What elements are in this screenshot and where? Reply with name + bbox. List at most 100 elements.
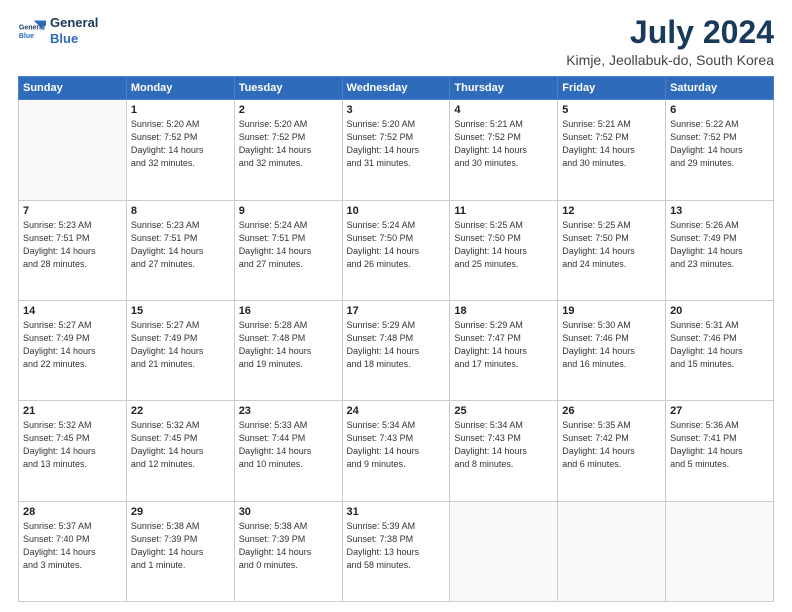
calendar-day-cell: 2 Sunrise: 5:20 AMSunset: 7:52 PMDaylight… xyxy=(234,100,342,200)
day-number: 3 xyxy=(347,104,446,116)
main-title: July 2024 xyxy=(566,15,774,50)
calendar-day-cell xyxy=(558,501,666,601)
day-number: 5 xyxy=(562,104,661,116)
calendar-day-cell: 24 Sunrise: 5:34 AMSunset: 7:43 PMDayligh… xyxy=(342,401,450,501)
calendar-day-cell: 30 Sunrise: 5:38 AMSunset: 7:39 PMDayligh… xyxy=(234,501,342,601)
day-info: Sunrise: 5:35 AMSunset: 7:42 PMDaylight:… xyxy=(562,419,661,471)
calendar-day-header: Friday xyxy=(558,77,666,100)
calendar-day-cell: 14 Sunrise: 5:27 AMSunset: 7:49 PMDayligh… xyxy=(19,300,127,400)
day-info: Sunrise: 5:26 AMSunset: 7:49 PMDaylight:… xyxy=(670,219,769,271)
day-info: Sunrise: 5:21 AMSunset: 7:52 PMDaylight:… xyxy=(562,118,661,170)
calendar-day-header: Tuesday xyxy=(234,77,342,100)
calendar-day-cell: 22 Sunrise: 5:32 AMSunset: 7:45 PMDayligh… xyxy=(126,401,234,501)
calendar-day-cell: 28Sunrise: 5:37 AMSunset: 7:40 PMDayligh… xyxy=(19,501,127,601)
day-number: 24 xyxy=(347,405,446,417)
day-info: Sunrise: 5:36 AMSunset: 7:41 PMDaylight:… xyxy=(670,419,769,471)
calendar-day-cell: 3 Sunrise: 5:20 AMSunset: 7:52 PMDaylight… xyxy=(342,100,450,200)
day-number: 26 xyxy=(562,405,661,417)
calendar-day-cell: 6Sunrise: 5:22 AMSunset: 7:52 PMDaylight… xyxy=(666,100,774,200)
calendar-day-cell: 1Sunrise: 5:20 AMSunset: 7:52 PMDaylight… xyxy=(126,100,234,200)
calendar-day-cell xyxy=(19,100,127,200)
day-info: Sunrise: 5:20 AMSunset: 7:52 PMDaylight:… xyxy=(347,118,446,170)
calendar-day-header: Saturday xyxy=(666,77,774,100)
day-number: 27 xyxy=(670,405,769,417)
day-info: Sunrise: 5:30 AMSunset: 7:46 PMDaylight:… xyxy=(562,319,661,371)
day-number: 6 xyxy=(670,104,769,116)
day-number: 16 xyxy=(239,305,338,317)
calendar-day-cell: 5 Sunrise: 5:21 AMSunset: 7:52 PMDaylight… xyxy=(558,100,666,200)
day-info: Sunrise: 5:32 AMSunset: 7:45 PMDaylight:… xyxy=(131,419,230,471)
svg-text:Blue: Blue xyxy=(19,33,34,40)
logo-text-general: General xyxy=(50,15,98,31)
day-info: Sunrise: 5:20 AMSunset: 7:52 PMDaylight:… xyxy=(239,118,338,170)
calendar-week-row: 28Sunrise: 5:37 AMSunset: 7:40 PMDayligh… xyxy=(19,501,774,601)
day-number: 23 xyxy=(239,405,338,417)
calendar-day-cell: 29 Sunrise: 5:38 AMSunset: 7:39 PMDayligh… xyxy=(126,501,234,601)
day-number: 8 xyxy=(131,205,230,217)
calendar-day-cell: 10Sunrise: 5:24 AMSunset: 7:50 PMDayligh… xyxy=(342,200,450,300)
day-number: 18 xyxy=(454,305,553,317)
day-number: 30 xyxy=(239,506,338,518)
day-number: 11 xyxy=(454,205,553,217)
calendar-day-cell: 12Sunrise: 5:25 AMSunset: 7:50 PMDayligh… xyxy=(558,200,666,300)
day-info: Sunrise: 5:34 AMSunset: 7:43 PMDaylight:… xyxy=(454,419,553,471)
day-info: Sunrise: 5:23 AMSunset: 7:51 PMDaylight:… xyxy=(131,219,230,271)
day-number: 15 xyxy=(131,305,230,317)
day-info: Sunrise: 5:39 AMSunset: 7:38 PMDaylight:… xyxy=(347,520,446,572)
title-block: July 2024 Kimje, Jeollabuk-do, South Kor… xyxy=(566,15,774,68)
calendar-week-row: 21 Sunrise: 5:32 AMSunset: 7:45 PMDayligh… xyxy=(19,401,774,501)
day-info: Sunrise: 5:32 AMSunset: 7:45 PMDaylight:… xyxy=(23,419,122,471)
calendar-day-cell xyxy=(450,501,558,601)
logo-text-blue: Blue xyxy=(50,31,98,47)
calendar-day-cell: 26 Sunrise: 5:35 AMSunset: 7:42 PMDayligh… xyxy=(558,401,666,501)
day-number: 21 xyxy=(23,405,122,417)
calendar-day-cell: 18 Sunrise: 5:29 AMSunset: 7:47 PMDayligh… xyxy=(450,300,558,400)
day-number: 4 xyxy=(454,104,553,116)
calendar-table: SundayMondayTuesdayWednesdayThursdayFrid… xyxy=(18,76,774,602)
day-info: Sunrise: 5:23 AMSunset: 7:51 PMDaylight:… xyxy=(23,219,122,271)
calendar-day-header: Thursday xyxy=(450,77,558,100)
day-number: 2 xyxy=(239,104,338,116)
day-info: Sunrise: 5:38 AMSunset: 7:39 PMDaylight:… xyxy=(131,520,230,572)
day-number: 20 xyxy=(670,305,769,317)
day-number: 7 xyxy=(23,205,122,217)
calendar-day-header: Wednesday xyxy=(342,77,450,100)
logo-icon: General Blue xyxy=(18,17,46,45)
calendar-day-cell: 20 Sunrise: 5:31 AMSunset: 7:46 PMDayligh… xyxy=(666,300,774,400)
day-info: Sunrise: 5:25 AMSunset: 7:50 PMDaylight:… xyxy=(454,219,553,271)
calendar-day-cell: 11 Sunrise: 5:25 AMSunset: 7:50 PMDayligh… xyxy=(450,200,558,300)
calendar-day-cell: 9Sunrise: 5:24 AMSunset: 7:51 PMDaylight… xyxy=(234,200,342,300)
day-number: 25 xyxy=(454,405,553,417)
day-number: 14 xyxy=(23,305,122,317)
calendar-day-cell: 27 Sunrise: 5:36 AMSunset: 7:41 PMDayligh… xyxy=(666,401,774,501)
day-info: Sunrise: 5:29 AMSunset: 7:47 PMDaylight:… xyxy=(454,319,553,371)
calendar-day-cell: 7 Sunrise: 5:23 AMSunset: 7:51 PMDaylight… xyxy=(19,200,127,300)
day-info: Sunrise: 5:31 AMSunset: 7:46 PMDaylight:… xyxy=(670,319,769,371)
day-info: Sunrise: 5:27 AMSunset: 7:49 PMDaylight:… xyxy=(23,319,122,371)
day-number: 22 xyxy=(131,405,230,417)
day-info: Sunrise: 5:34 AMSunset: 7:43 PMDaylight:… xyxy=(347,419,446,471)
calendar-week-row: 14 Sunrise: 5:27 AMSunset: 7:49 PMDayligh… xyxy=(19,300,774,400)
calendar-day-cell: 19 Sunrise: 5:30 AMSunset: 7:46 PMDayligh… xyxy=(558,300,666,400)
calendar-day-cell xyxy=(666,501,774,601)
day-number: 1 xyxy=(131,104,230,116)
page: General Blue General Blue July 2024 Kimj… xyxy=(0,0,792,612)
calendar-day-cell: 31 Sunrise: 5:39 AMSunset: 7:38 PMDayligh… xyxy=(342,501,450,601)
calendar-day-header: Monday xyxy=(126,77,234,100)
day-info: Sunrise: 5:21 AMSunset: 7:52 PMDaylight:… xyxy=(454,118,553,170)
day-number: 13 xyxy=(670,205,769,217)
day-info: Sunrise: 5:24 AMSunset: 7:50 PMDaylight:… xyxy=(347,219,446,271)
day-info: Sunrise: 5:29 AMSunset: 7:48 PMDaylight:… xyxy=(347,319,446,371)
day-number: 19 xyxy=(562,305,661,317)
day-number: 31 xyxy=(347,506,446,518)
day-number: 29 xyxy=(131,506,230,518)
calendar-day-cell: 4 Sunrise: 5:21 AMSunset: 7:52 PMDaylight… xyxy=(450,100,558,200)
calendar-day-header: Sunday xyxy=(19,77,127,100)
day-number: 17 xyxy=(347,305,446,317)
day-number: 28 xyxy=(23,506,122,518)
calendar-day-cell: 17 Sunrise: 5:29 AMSunset: 7:48 PMDayligh… xyxy=(342,300,450,400)
calendar-day-cell: 21 Sunrise: 5:32 AMSunset: 7:45 PMDayligh… xyxy=(19,401,127,501)
calendar-day-cell: 8 Sunrise: 5:23 AMSunset: 7:51 PMDaylight… xyxy=(126,200,234,300)
calendar-header-row: SundayMondayTuesdayWednesdayThursdayFrid… xyxy=(19,77,774,100)
day-info: Sunrise: 5:38 AMSunset: 7:39 PMDaylight:… xyxy=(239,520,338,572)
